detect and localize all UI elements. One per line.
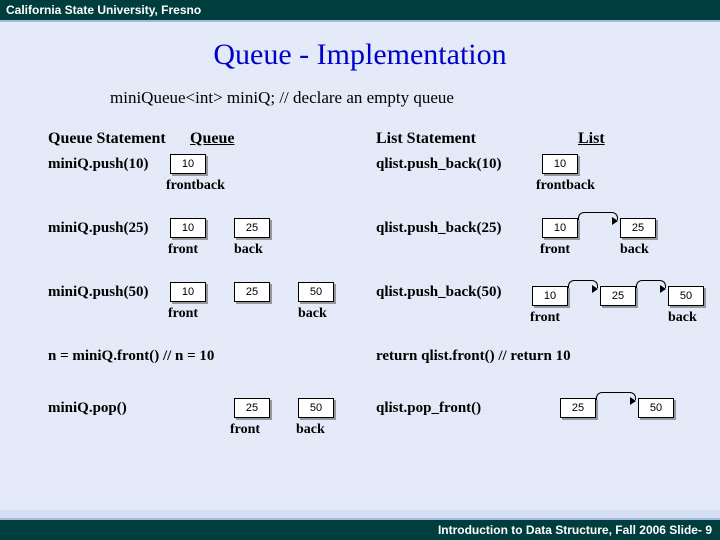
list-node: 10: [542, 154, 578, 174]
queue-node: 10: [170, 154, 206, 174]
label-back: back: [296, 422, 325, 438]
list-node: 10: [532, 286, 568, 306]
list-node: 50: [668, 286, 704, 306]
queue-node: 10: [170, 282, 206, 302]
slide-title: Queue - Implementation: [0, 38, 720, 72]
label-front: front: [168, 242, 198, 258]
col-list-statement: List Statement: [376, 130, 476, 148]
list-node: 25: [620, 218, 656, 238]
col-queue-statement: Queue Statement: [48, 130, 166, 148]
queue-node: 10: [170, 218, 206, 238]
queue-node: 25: [234, 398, 270, 418]
label-frontback: frontback: [166, 178, 225, 194]
queue-node: 25: [234, 282, 270, 302]
queue-pop: miniQ.pop(): [48, 400, 127, 417]
list-push10: qlist.push_back(10): [376, 156, 501, 173]
label-frontback: frontback: [536, 178, 595, 194]
label-front: front: [540, 242, 570, 258]
arrow-icon: [596, 392, 636, 400]
header-bar: California State University, Fresno: [0, 0, 720, 22]
header-institution: California State University, Fresno: [6, 3, 201, 17]
col-list: List: [578, 130, 605, 148]
label-back: back: [620, 242, 649, 258]
arrow-icon: [636, 280, 666, 288]
queue-node: 25: [234, 218, 270, 238]
slide-body: Queue - Implementation miniQueue<int> mi…: [0, 22, 720, 510]
label-back: back: [668, 310, 697, 326]
queue-node: 50: [298, 398, 334, 418]
list-front: return qlist.front() // return 10: [376, 348, 571, 365]
list-push25: qlist.push_back(25): [376, 220, 501, 237]
queue-push50: miniQ.push(50): [48, 284, 148, 301]
footer-text: Introduction to Data Structure, Fall 200…: [438, 523, 712, 537]
list-node: 25: [600, 286, 636, 306]
col-queue: Queue: [190, 130, 234, 148]
label-front: front: [168, 306, 198, 322]
list-node: 50: [638, 398, 674, 418]
list-node: 10: [542, 218, 578, 238]
arrow-icon: [578, 212, 618, 220]
label-front: front: [230, 422, 260, 438]
arrow-icon: [568, 280, 598, 288]
label-front: front: [530, 310, 560, 326]
label-back: back: [298, 306, 327, 322]
queue-push10: miniQ.push(10): [48, 156, 148, 173]
label-back: back: [234, 242, 263, 258]
declaration-line: miniQueue<int> miniQ; // declare an empt…: [110, 88, 454, 108]
list-node: 25: [560, 398, 596, 418]
queue-node: 50: [298, 282, 334, 302]
queue-push25: miniQ.push(25): [48, 220, 148, 237]
queue-front: n = miniQ.front() // n = 10: [48, 348, 214, 365]
list-push50: qlist.push_back(50): [376, 284, 501, 301]
footer-bar: Introduction to Data Structure, Fall 200…: [0, 518, 720, 540]
list-pop: qlist.pop_front(): [376, 400, 481, 417]
